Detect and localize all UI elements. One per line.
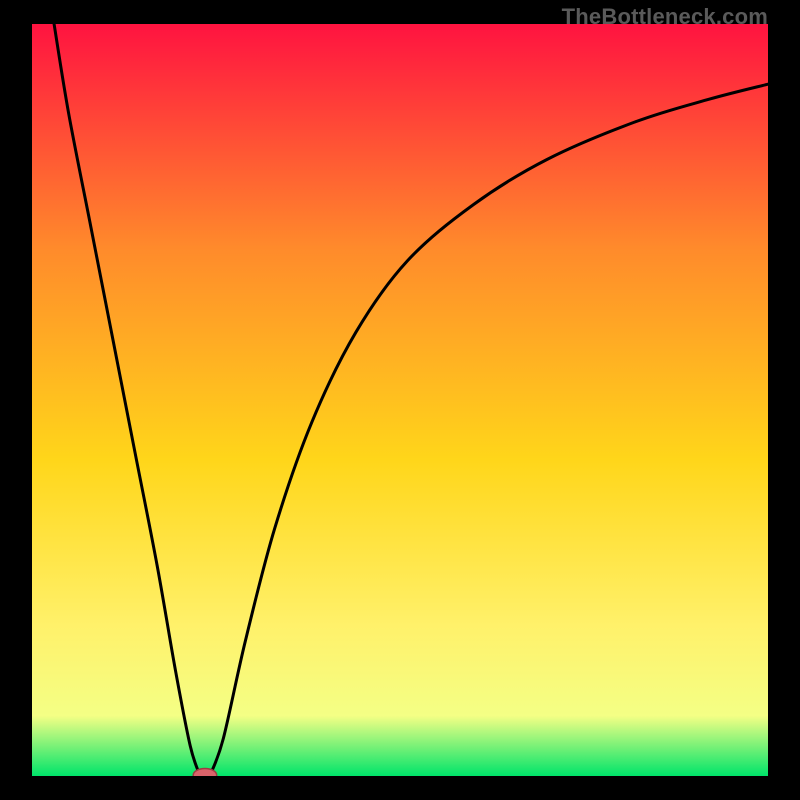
- frame-border-top: [0, 0, 800, 24]
- frame-border-left: [0, 0, 32, 800]
- frame-border-right: [768, 0, 800, 800]
- frame-border-bottom: [0, 776, 800, 800]
- chart-svg: [0, 0, 800, 800]
- plot-background: [32, 24, 768, 776]
- chart-frame: TheBottleneck.com: [0, 0, 800, 800]
